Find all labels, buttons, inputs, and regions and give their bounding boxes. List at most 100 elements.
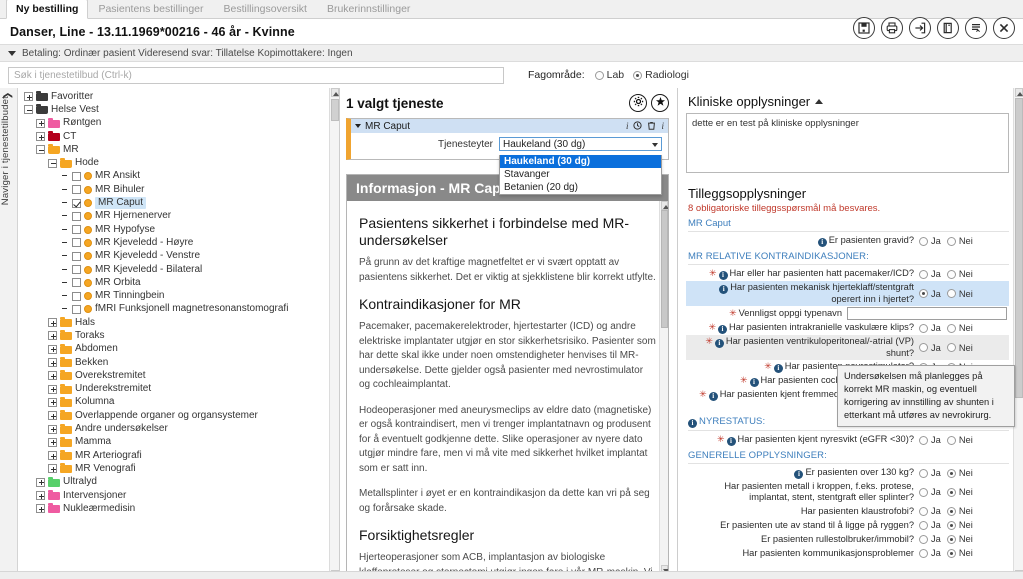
tree-node[interactable]: Røntgen xyxy=(18,117,329,130)
radio-yes[interactable]: Ja xyxy=(919,343,941,353)
trash-icon[interactable] xyxy=(647,121,656,132)
checkbox-icon[interactable] xyxy=(72,238,81,248)
expand-icon[interactable] xyxy=(48,437,57,447)
radio-no-indicator[interactable] xyxy=(946,468,956,478)
expand-icon[interactable] xyxy=(48,451,57,461)
tree-node[interactable]: Andre undersøkelser xyxy=(18,422,329,435)
info-icon[interactable]: i xyxy=(661,121,664,131)
tree-node[interactable]: fMRI Funksjonell magnetresonanstomografi xyxy=(18,303,329,316)
tree-node[interactable]: MR Kjeveledd - Venstre xyxy=(18,250,329,263)
radio-yes[interactable]: Ja xyxy=(919,520,941,530)
info-icon[interactable]: i xyxy=(626,121,629,131)
info-icon[interactable]: i xyxy=(726,437,736,446)
radio-no[interactable]: Nei xyxy=(946,323,973,333)
send-button[interactable] xyxy=(909,17,931,39)
tree-node[interactable]: Ultralyd xyxy=(18,476,329,489)
radio-no-indicator[interactable] xyxy=(946,534,956,544)
save-button[interactable] xyxy=(853,17,875,39)
checkbox-icon[interactable] xyxy=(72,225,81,235)
radio-yes[interactable]: Ja xyxy=(919,236,941,246)
search-input[interactable] xyxy=(8,66,504,84)
radio-yes-indicator[interactable] xyxy=(919,468,928,478)
scroll-up-icon[interactable] xyxy=(661,201,668,210)
tree-node[interactable]: Intervensjoner xyxy=(18,489,329,502)
checkbox-icon[interactable] xyxy=(72,304,81,314)
tree-node[interactable]: Nukleærmedisin xyxy=(18,502,329,515)
tree-node[interactable]: Toraks xyxy=(18,329,329,342)
radio-no-indicator[interactable] xyxy=(946,323,956,333)
print-button[interactable] xyxy=(881,17,903,39)
right-scrollbar-thumb[interactable] xyxy=(1015,98,1023,398)
expand-icon[interactable] xyxy=(48,331,57,341)
radio-yes[interactable]: Ja xyxy=(919,289,941,299)
radio-no[interactable]: Nei xyxy=(946,236,973,246)
betaling-bar[interactable]: Betaling: Ordinær pasient Videresend sva… xyxy=(0,44,1023,62)
settings-button[interactable] xyxy=(629,94,647,112)
checkbox-icon[interactable] xyxy=(72,185,81,195)
radio-no-indicator[interactable] xyxy=(946,487,956,497)
tree-node[interactable]: MR Orbita xyxy=(18,276,329,289)
radio-no[interactable]: Nei xyxy=(946,435,973,445)
radio-yes-indicator[interactable] xyxy=(919,435,928,445)
book-button[interactable] xyxy=(937,17,959,39)
collapse-icon[interactable] xyxy=(36,145,45,155)
radio-no[interactable]: Nei xyxy=(946,520,973,530)
tree-node[interactable]: Overlappende organer og organsystemer xyxy=(18,409,329,422)
chevron-down-icon[interactable] xyxy=(652,143,658,147)
info-icon[interactable]: i xyxy=(718,325,727,334)
checkbox-icon[interactable] xyxy=(72,291,81,301)
collapse-icon[interactable] xyxy=(24,105,33,115)
tab-bestillingsoversikt[interactable]: Bestillingsoversikt xyxy=(214,0,317,18)
tree-node[interactable]: MR Kjeveledd - Bilateral xyxy=(18,263,329,276)
tab-brukerinnstillinger[interactable]: Brukerinnstillinger xyxy=(317,0,420,18)
provider-option[interactable]: Haukeland (30 dg) xyxy=(500,155,661,168)
collapse-icon[interactable] xyxy=(48,158,57,168)
navigator-rail[interactable]: ❮ Naviger i tjenestetilbudet xyxy=(0,88,18,579)
expand-icon[interactable] xyxy=(48,384,57,394)
service-card-header[interactable]: MR Caput i i xyxy=(351,119,668,133)
radio-yes-indicator[interactable] xyxy=(919,506,928,516)
checkbox-icon[interactable] xyxy=(72,265,81,274)
info-icon[interactable]: i xyxy=(714,339,724,348)
radio-no-indicator[interactable] xyxy=(946,269,956,279)
radio-no-indicator[interactable] xyxy=(946,236,956,246)
tree-node[interactable]: Underekstremitet xyxy=(18,383,329,396)
favorite-button[interactable] xyxy=(651,94,669,112)
radio-lab-indicator[interactable] xyxy=(594,70,604,80)
tree-node[interactable]: Hode xyxy=(18,156,329,169)
tree-node[interactable]: MR xyxy=(18,143,329,156)
info-icon[interactable]: i xyxy=(749,378,759,387)
radio-no-indicator[interactable] xyxy=(946,520,956,530)
tree-scrollbar[interactable] xyxy=(329,88,339,579)
tree-node[interactable]: MR Ansikt xyxy=(18,170,329,183)
question-text-input[interactable] xyxy=(847,307,1007,320)
radio-yes-indicator[interactable] xyxy=(919,534,928,544)
info-icon[interactable]: i xyxy=(719,285,729,294)
radio-no[interactable]: Nei xyxy=(946,269,973,279)
radio-yes[interactable]: Ja xyxy=(919,323,941,333)
provider-option[interactable]: Betanien (20 dg) xyxy=(500,181,661,194)
tree-node[interactable]: Favoritter xyxy=(18,90,329,103)
info-icon[interactable]: i xyxy=(708,392,718,401)
tab-pasientens-bestillinger[interactable]: Pasientens bestillinger xyxy=(88,0,213,18)
clinical-info-textarea[interactable] xyxy=(686,113,1009,173)
info-icon[interactable]: i xyxy=(817,238,827,247)
chevron-up-icon[interactable] xyxy=(815,99,824,104)
tree-node[interactable]: MR Tinningbein xyxy=(18,289,329,302)
radio-no[interactable]: Nei xyxy=(946,548,973,558)
tree-node[interactable]: MR Venografi xyxy=(18,462,329,475)
chevron-down-icon[interactable] xyxy=(8,50,16,56)
provider-dropdown-list[interactable]: Haukeland (30 dg) Stavanger Betanien (20… xyxy=(499,155,662,195)
tree-node[interactable]: MR Bihuler xyxy=(18,183,329,196)
checkbox-icon[interactable] xyxy=(72,211,81,221)
tree-node[interactable]: Mamma xyxy=(18,436,329,449)
checkbox-icon[interactable] xyxy=(72,198,81,208)
radio-no[interactable]: Nei xyxy=(946,487,973,497)
expand-icon[interactable] xyxy=(36,491,45,501)
expand-icon[interactable] xyxy=(48,344,57,354)
expand-icon[interactable] xyxy=(36,118,45,128)
tab-ny-bestilling[interactable]: Ny bestilling xyxy=(6,0,89,19)
scroll-up-icon[interactable] xyxy=(1015,88,1023,97)
radio-yes-indicator[interactable] xyxy=(919,269,928,279)
tree-node[interactable]: CT xyxy=(18,130,329,143)
